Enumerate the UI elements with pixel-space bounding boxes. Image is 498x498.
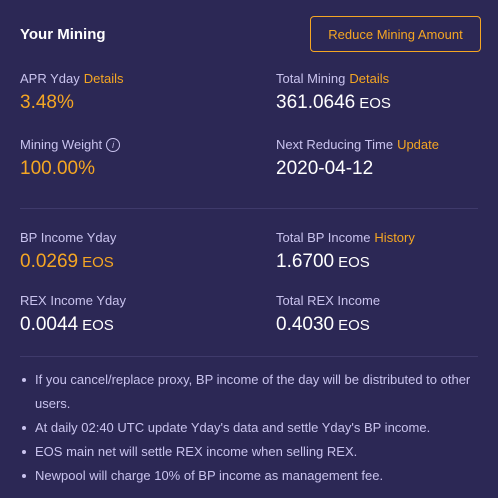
bp-income-label: BP Income Yday [20, 230, 117, 245]
divider-top [20, 208, 478, 209]
note-item: At daily 02:40 UTC update Yday's data an… [20, 416, 478, 440]
total-mining-unit: EOS [359, 95, 391, 112]
bp-income-stat: BP Income Yday 0.0269 EOS [20, 230, 116, 273]
next-reducing-label: Next Reducing Time [276, 137, 394, 152]
apr-label: APR Yday [20, 71, 80, 86]
bp-income-unit: EOS [82, 254, 114, 271]
total-rex-income-unit: EOS [338, 317, 370, 334]
reduce-mining-button[interactable]: Reduce Mining Amount [310, 16, 481, 52]
note-item: EOS main net will settle REX income when… [20, 440, 478, 464]
total-rex-income-stat: Total REX Income 0.4030 EOS [276, 293, 380, 336]
apr-stat: APR Yday Details 3.48% [20, 71, 124, 114]
note-item: Newpool will charge 10% of BP income as … [20, 464, 478, 488]
bp-income-history-link[interactable]: History [374, 230, 414, 245]
apr-details-link[interactable]: Details [84, 71, 124, 86]
mining-card: Your Mining Reduce Mining Amount APR Yda… [0, 0, 498, 498]
card-title: Your Mining [20, 26, 106, 43]
next-reducing-stat: Next Reducing Time Update 2020-04-12 [276, 137, 439, 180]
total-rex-income-value: 0.4030 [276, 314, 335, 335]
total-mining-label: Total Mining [276, 71, 346, 86]
mining-weight-label: Mining Weight [20, 137, 103, 152]
total-bp-income-stat: Total BP Income History 1.6700 EOS [276, 230, 415, 273]
rex-income-unit: EOS [82, 317, 114, 334]
total-bp-income-label: Total BP Income [276, 230, 371, 245]
bp-income-value: 0.0269 [20, 251, 79, 272]
info-icon[interactable]: i [106, 138, 121, 152]
rex-income-stat: REX Income Yday 0.0044 EOS [20, 293, 126, 336]
apr-value: 3.48% [20, 92, 74, 113]
rex-income-label: REX Income Yday [20, 293, 126, 308]
mining-weight-stat: Mining Weight i 100.00% [20, 137, 121, 180]
notes-list: If you cancel/replace proxy, BP income o… [20, 368, 478, 488]
rex-income-value: 0.0044 [20, 314, 79, 335]
total-bp-income-value: 1.6700 [276, 251, 335, 272]
next-reducing-update-link[interactable]: Update [397, 137, 439, 152]
next-reducing-value: 2020-04-12 [276, 158, 374, 179]
total-mining-value: 361.0646 [276, 92, 356, 113]
card-header: Your Mining Reduce Mining Amount [20, 16, 482, 54]
total-bp-income-unit: EOS [338, 254, 370, 271]
divider-bottom [20, 356, 478, 357]
mining-weight-value: 100.00% [20, 158, 96, 179]
total-mining-details-link[interactable]: Details [349, 71, 389, 86]
total-rex-income-label: Total REX Income [276, 293, 381, 308]
note-item: If you cancel/replace proxy, BP income o… [20, 368, 478, 416]
total-mining-stat: Total Mining Details 361.0646 EOS [276, 71, 391, 114]
